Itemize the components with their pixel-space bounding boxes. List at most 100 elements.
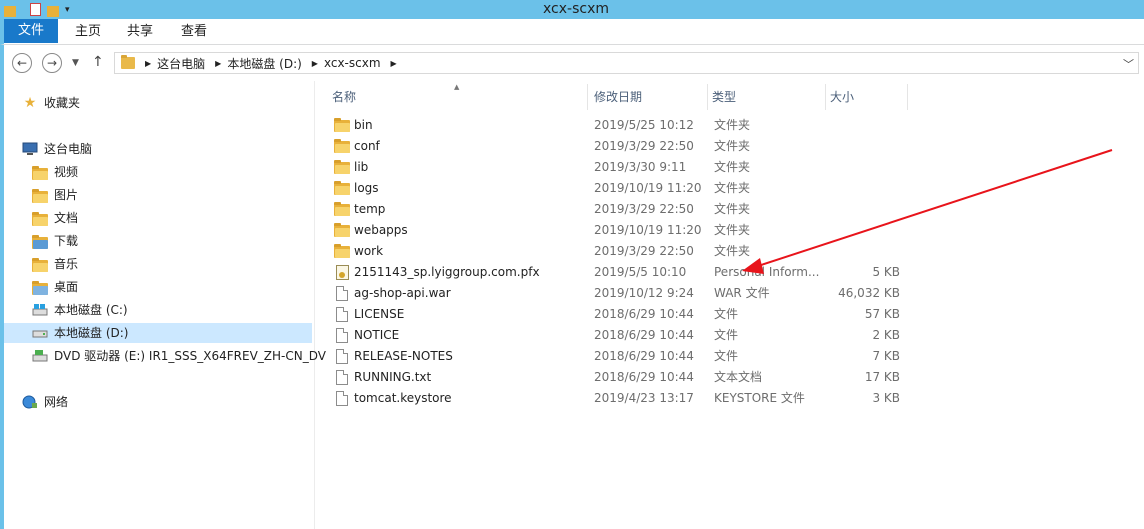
file-name: 2151143_sp.lyiggroup.com.pfx: [354, 265, 540, 279]
nav-dvd-drive[interactable]: DVD 驱动器 (E:) IR1_SSS_X64FREV_ZH-CN_DV: [32, 346, 326, 366]
file-type: 文件夹: [714, 244, 751, 258]
dvd-drive-icon: [32, 348, 48, 364]
tab-share[interactable]: 共享: [120, 20, 160, 44]
recent-locations-chevron-icon[interactable]: ▼: [72, 58, 79, 68]
file-type: 文件夹: [714, 139, 751, 153]
file-row[interactable]: NOTICE 2018/6/29 10:44 文件 2 KB: [316, 325, 1144, 346]
system-drive-icon: [32, 302, 48, 318]
folder-icon: [334, 202, 350, 218]
column-header-size[interactable]: 大小: [826, 84, 908, 110]
chevron-right-icon[interactable]: ▶: [215, 59, 221, 68]
file-size: 7 KB: [872, 349, 900, 363]
file-row[interactable]: lib 2019/3/30 9:11 文件夹: [316, 157, 1144, 178]
chevron-right-icon[interactable]: ▶: [145, 59, 151, 68]
forward-button[interactable]: →: [42, 53, 62, 73]
file-row[interactable]: tomcat.keystore 2019/4/23 13:17 KEYSTORE 文…: [316, 388, 1144, 409]
file-row[interactable]: conf 2019/3/29 22:50 文件夹: [316, 136, 1144, 157]
nav-drive-c[interactable]: 本地磁盘 (C:): [32, 300, 128, 320]
file-icon: [334, 307, 350, 323]
file-name: tomcat.keystore: [354, 391, 452, 405]
file-modified-date: 2019/3/30 9:11: [594, 160, 687, 174]
nav-pictures[interactable]: 图片: [32, 185, 78, 205]
file-size: 57 KB: [864, 307, 900, 321]
file-name: webapps: [354, 223, 408, 237]
ribbon-tabs: 文件 主页 共享 查看: [0, 19, 1144, 45]
file-type: Personal Inform...: [714, 265, 820, 279]
folder-icon: [334, 139, 350, 155]
videos-folder-icon: [32, 164, 48, 180]
chevron-right-icon[interactable]: ▶: [312, 59, 318, 68]
folder-icon: [334, 181, 350, 197]
back-arrow-icon: ←: [16, 56, 28, 70]
breadcrumb-drive-d[interactable]: 本地磁盘 (D:): [227, 55, 301, 72]
file-list: ▲ 名称 修改日期 类型 大小 bin 2019/5/25 10:12 文件夹 con…: [316, 81, 1144, 529]
desktop-folder-icon: [32, 279, 48, 295]
column-header-date[interactable]: 修改日期: [590, 84, 708, 110]
file-icon: [334, 370, 350, 386]
navigation-bar: ← → ▼ ↑ ▶ 这台电脑 ▶ 本地磁盘 (D:) ▶ xcx-scxm ▶ …: [0, 45, 1144, 81]
column-header-type[interactable]: 类型: [708, 84, 826, 110]
nav-network[interactable]: 网络: [22, 392, 68, 412]
file-row[interactable]: ag-shop-api.war 2019/10/12 9:24 WAR 文件 46,0…: [316, 283, 1144, 304]
file-type: 文件夹: [714, 181, 751, 195]
file-type: 文件夹: [714, 223, 751, 237]
file-name: LICENSE: [354, 307, 405, 321]
nav-music[interactable]: 音乐: [32, 254, 78, 274]
file-name: bin: [354, 118, 373, 132]
file-modified-date: 2018/6/29 10:44: [594, 328, 694, 342]
window-title: xcx-scxm: [543, 1, 609, 17]
tab-view[interactable]: 查看: [174, 20, 214, 44]
file-size: 3 KB: [872, 391, 900, 405]
file-modified-date: 2019/5/25 10:12: [594, 118, 694, 132]
file-type: 文件: [714, 307, 739, 321]
file-row[interactable]: webapps 2019/10/19 11:20 文件夹: [316, 220, 1144, 241]
file-row[interactable]: 2151143_sp.lyiggroup.com.pfx 2019/5/5 10:…: [316, 262, 1144, 283]
nav-this-pc[interactable]: 这台电脑: [22, 139, 92, 159]
file-modified-date: 2018/6/29 10:44: [594, 370, 694, 384]
nav-drive-d[interactable]: 本地磁盘 (D:): [4, 323, 312, 343]
back-button[interactable]: ←: [12, 53, 32, 73]
up-arrow-icon[interactable]: ↑: [92, 54, 104, 70]
nav-desktop[interactable]: 桌面: [32, 277, 78, 297]
chevron-right-icon[interactable]: ▶: [391, 59, 397, 68]
file-row[interactable]: work 2019/3/29 22:50 文件夹: [316, 241, 1144, 262]
tab-home[interactable]: 主页: [68, 20, 108, 44]
file-modified-date: 2019/10/12 9:24: [594, 286, 694, 300]
file-modified-date: 2019/5/5 10:10: [594, 265, 687, 279]
file-row[interactable]: temp 2019/3/29 22:50 文件夹: [316, 199, 1144, 220]
folder-icon: [334, 160, 350, 176]
computer-icon: [22, 141, 38, 157]
file-size: 2 KB: [872, 328, 900, 342]
file-modified-date: 2019/10/19 11:20: [594, 223, 702, 237]
nav-videos[interactable]: 视频: [32, 162, 78, 182]
address-dropdown-icon[interactable]: ﹀: [1123, 56, 1134, 72]
folder-icon: [334, 118, 350, 134]
file-type: 文件: [714, 349, 739, 363]
drive-icon: [32, 325, 48, 341]
file-name: NOTICE: [354, 328, 400, 342]
file-modified-date: 2019/10/19 11:20: [594, 181, 702, 195]
file-size: 5 KB: [872, 265, 900, 279]
file-name: work: [354, 244, 384, 258]
file-row[interactable]: RUNNING.txt 2018/6/29 10:44 文本文档 17 KB: [316, 367, 1144, 388]
file-modified-date: 2019/3/29 22:50: [594, 139, 694, 153]
breadcrumb-current-folder[interactable]: xcx-scxm: [324, 56, 381, 70]
file-type: 文件: [714, 328, 739, 342]
address-bar[interactable]: ▶ 这台电脑 ▶ 本地磁盘 (D:) ▶ xcx-scxm ▶ ﹀: [114, 52, 1139, 74]
nav-favorites[interactable]: ★ 收藏夹: [22, 93, 80, 113]
file-row[interactable]: bin 2019/5/25 10:12 文件夹: [316, 115, 1144, 136]
breadcrumb-this-pc[interactable]: 这台电脑: [157, 55, 205, 72]
file-modified-date: 2019/3/29 22:50: [594, 202, 694, 216]
column-header-name[interactable]: 名称: [328, 84, 588, 110]
file-name: lib: [354, 160, 369, 174]
title-bar: ▾ xcx-scxm: [0, 0, 1144, 19]
nav-downloads[interactable]: 下载: [32, 231, 78, 251]
file-size: [824, 157, 900, 178]
file-row[interactable]: RELEASE-NOTES 2018/6/29 10:44 文件 7 KB: [316, 346, 1144, 367]
folder-icon: [121, 55, 135, 69]
file-row[interactable]: LICENSE 2018/6/29 10:44 文件 57 KB: [316, 304, 1144, 325]
tab-file[interactable]: 文件: [4, 19, 58, 43]
pictures-folder-icon: [32, 187, 48, 203]
file-row[interactable]: logs 2019/10/19 11:20 文件夹: [316, 178, 1144, 199]
nav-documents[interactable]: 文档: [32, 208, 78, 228]
